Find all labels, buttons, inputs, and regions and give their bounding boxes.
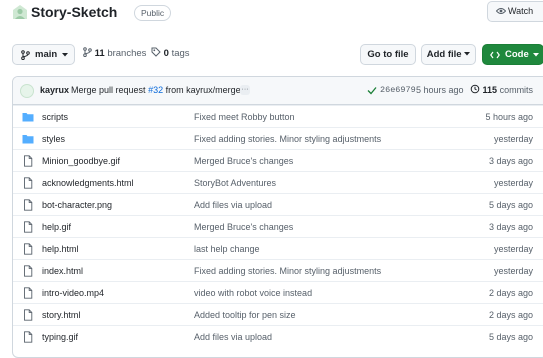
branch-selector[interactable]: main bbox=[12, 44, 75, 65]
file-row[interactable]: help.gif Merged Bruce's changes 3 days ago bbox=[13, 215, 543, 238]
commit-author[interactable]: kayrux bbox=[40, 77, 69, 104]
file-row[interactable]: index.html Fixed adding stories. Minor st… bbox=[13, 259, 543, 282]
file-icon bbox=[24, 221, 33, 233]
file-commit-message[interactable]: Add files via upload bbox=[194, 194, 272, 216]
file-row[interactable]: intro-video.mp4 video with robot voice in… bbox=[13, 281, 543, 304]
file-name[interactable]: scripts bbox=[42, 106, 68, 128]
commit-message-prefix: Merge pull request bbox=[71, 85, 146, 95]
latest-commit-bar: kayrux Merge pull request #32 from kayru… bbox=[13, 77, 543, 105]
commit-message-suffix: from kayrux/merge bbox=[165, 85, 241, 95]
git-branch-icon bbox=[21, 50, 30, 60]
file-commit-message[interactable]: Fixed meet Robby button bbox=[194, 106, 295, 128]
file-name[interactable]: help.gif bbox=[42, 216, 71, 238]
file-row[interactable]: scripts Fixed meet Robby button 5 hours ag… bbox=[13, 105, 543, 128]
file-name[interactable]: Minion_goodbye.gif bbox=[42, 150, 120, 172]
file-icon bbox=[24, 155, 33, 167]
file-name[interactable]: styles bbox=[42, 128, 65, 150]
code-button[interactable]: Code bbox=[482, 44, 543, 65]
file-updated-time: yesterday bbox=[493, 134, 533, 144]
go-to-file-button[interactable]: Go to file bbox=[360, 44, 416, 65]
file-updated-time: 3 days ago bbox=[488, 222, 533, 232]
file-commit-message[interactable]: Add files via upload bbox=[194, 326, 272, 348]
file-row[interactable]: help.html last help change yesterday bbox=[13, 237, 543, 260]
avatar[interactable] bbox=[20, 84, 34, 98]
git-branch-icon bbox=[83, 47, 92, 57]
file-name[interactable]: story.html bbox=[42, 304, 80, 326]
file-updated-time: 5 days ago bbox=[488, 200, 533, 210]
triangle-down-icon bbox=[62, 53, 68, 57]
file-name[interactable]: acknowledgments.html bbox=[42, 172, 134, 194]
file-browser: kayrux Merge pull request #32 from kayru… bbox=[12, 76, 543, 358]
file-name[interactable]: bot-character.png bbox=[42, 194, 112, 216]
check-icon bbox=[367, 87, 377, 95]
file-name[interactable]: intro-video.mp4 bbox=[42, 282, 104, 304]
folder-icon bbox=[22, 135, 34, 144]
file-commit-message[interactable]: Added tooltip for pen size bbox=[194, 304, 296, 326]
file-icon bbox=[24, 177, 33, 189]
file-row[interactable]: styles Fixed adding stories. Minor stylin… bbox=[13, 127, 543, 150]
file-row[interactable]: bot-character.png Add files via upload 5 d… bbox=[13, 193, 543, 216]
commit-pr-link[interactable]: #32 bbox=[148, 85, 163, 95]
branches-link[interactable]: 11 branches bbox=[83, 44, 146, 63]
tag-icon bbox=[151, 47, 161, 57]
tags-label: tags bbox=[171, 48, 190, 59]
eye-icon bbox=[496, 8, 506, 14]
watch-button[interactable]: Watch bbox=[487, 1, 543, 22]
folder-icon bbox=[22, 113, 34, 122]
watch-label: Watch bbox=[508, 6, 534, 16]
file-updated-time: yesterday bbox=[493, 244, 533, 254]
file-updated-time: yesterday bbox=[493, 178, 533, 188]
file-name[interactable]: typing.gif bbox=[42, 326, 78, 348]
file-commit-message[interactable]: Fixed adding stories. Minor styling adju… bbox=[194, 260, 381, 282]
file-row[interactable]: story.html Added tooltip for pen size 2 da… bbox=[13, 303, 543, 326]
file-icon bbox=[24, 199, 33, 211]
history-icon bbox=[470, 84, 480, 94]
file-icon bbox=[24, 309, 33, 321]
code-icon bbox=[490, 51, 500, 59]
file-name[interactable]: help.html bbox=[42, 238, 79, 260]
file-commit-message[interactable]: video with robot voice instead bbox=[194, 282, 312, 304]
file-commit-message[interactable]: StoryBot Adventures bbox=[194, 172, 276, 194]
file-commit-message[interactable]: Merged Bruce's changes bbox=[194, 216, 293, 238]
file-row[interactable]: acknowledgments.html StoryBot Adventures y… bbox=[13, 171, 543, 194]
commit-count-label: commits bbox=[499, 85, 534, 95]
add-file-button[interactable]: Add file bbox=[421, 44, 476, 65]
commit-ellipsis-button[interactable]: ··· bbox=[240, 85, 250, 95]
file-updated-time: yesterday bbox=[493, 266, 533, 276]
commit-time: 5 hours ago bbox=[416, 85, 464, 95]
commit-count: 115 bbox=[482, 85, 498, 95]
file-row[interactable]: Minion_goodbye.gif Merged Bruce's changes… bbox=[13, 149, 543, 172]
repo-icon bbox=[13, 5, 27, 19]
file-updated-time: 2 days ago bbox=[488, 310, 533, 320]
branches-label: branches bbox=[107, 48, 147, 59]
visibility-badge: Public bbox=[134, 5, 172, 21]
file-commit-message[interactable]: last help change bbox=[194, 238, 260, 260]
branch-name: main bbox=[35, 49, 58, 60]
file-updated-time: 5 days ago bbox=[488, 332, 533, 342]
file-name[interactable]: index.html bbox=[42, 260, 83, 282]
file-row[interactable]: typing.gif Add files via upload 5 days ago bbox=[13, 325, 543, 348]
file-icon bbox=[24, 331, 33, 343]
file-commit-message[interactable]: Merged Bruce's changes bbox=[194, 150, 293, 172]
file-commit-message[interactable]: Fixed adding stories. Minor styling adju… bbox=[194, 128, 381, 150]
commit-sha[interactable]: 26e6979 bbox=[380, 77, 416, 104]
tags-count: 0 bbox=[163, 48, 169, 59]
add-file-label: Add file bbox=[426, 49, 462, 60]
file-icon bbox=[24, 243, 33, 255]
commit-message[interactable]: Merge pull request #32 from kayrux/merge bbox=[71, 77, 241, 104]
repo-name[interactable]: Story-Sketch bbox=[31, 3, 117, 21]
file-updated-time: 5 hours ago bbox=[485, 112, 533, 122]
file-updated-time: 2 days ago bbox=[488, 288, 533, 298]
triangle-down-icon bbox=[533, 53, 539, 57]
branches-count: 11 bbox=[94, 48, 105, 59]
file-icon bbox=[24, 265, 33, 277]
file-updated-time: 3 days ago bbox=[488, 156, 533, 166]
triangle-down-icon bbox=[464, 52, 471, 56]
tags-link[interactable]: 0 tags bbox=[151, 44, 190, 63]
code-label: Code bbox=[505, 49, 529, 60]
file-icon bbox=[24, 287, 33, 299]
commits-link[interactable]: 115 commits bbox=[470, 77, 533, 104]
